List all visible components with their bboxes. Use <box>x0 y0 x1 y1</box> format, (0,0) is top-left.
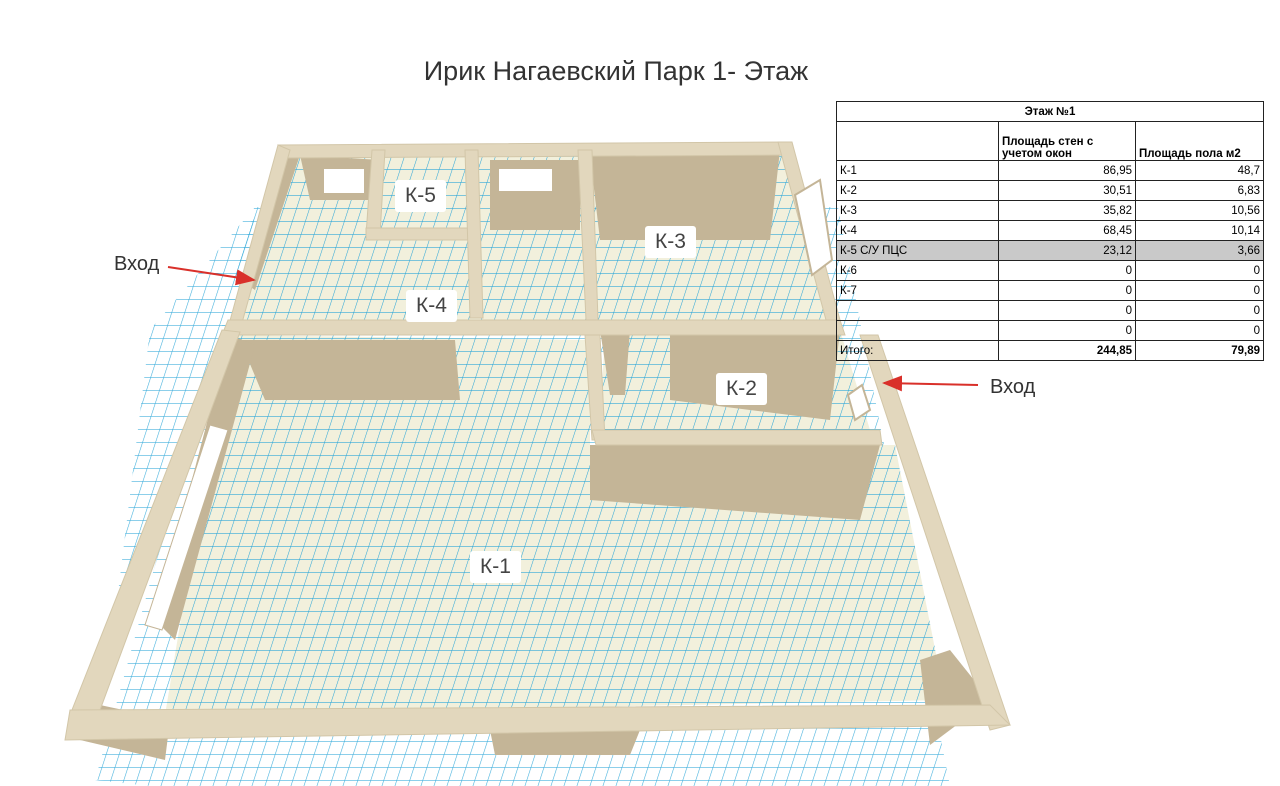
cell-name: К-2 <box>836 180 999 201</box>
cell-floor: 10,56 <box>1135 200 1264 221</box>
table-row: К-6 0 0 <box>836 260 1264 281</box>
col-floor-header: Площадь пола м2 <box>1135 121 1264 161</box>
cell-walls: 35,82 <box>998 200 1136 221</box>
cell-floor: 0 <box>1135 320 1264 341</box>
table-corner <box>836 121 999 161</box>
cell-floor: 0 <box>1135 300 1264 321</box>
cell-name: К-7 <box>836 280 999 301</box>
room-label-k5: К-5 <box>395 180 446 212</box>
cell-walls: 0 <box>998 260 1136 281</box>
entry-arrow-right <box>882 375 979 392</box>
cell-name: К-5 С/У ПЦС <box>836 240 999 261</box>
cell-floor: 0 <box>1135 260 1264 281</box>
cell-floor: 48,7 <box>1135 160 1264 181</box>
cell-walls: 86,95 <box>998 160 1136 181</box>
total-walls: 244,85 <box>998 340 1136 361</box>
area-table: Этаж №1 Площадь стен с учетом окон Площа… <box>836 101 1264 361</box>
cell-walls: 0 <box>998 280 1136 301</box>
table-row: 00 <box>836 320 1264 341</box>
table-total-row: Итого: 244,85 79,89 <box>836 340 1264 361</box>
table-row: К-2 30,51 6,83 <box>836 180 1264 201</box>
cell-name: К-3 <box>836 200 999 221</box>
cell-name <box>836 300 999 321</box>
room-label-k3: К-3 <box>645 226 696 258</box>
cell-name <box>836 320 999 341</box>
cell-walls: 30,51 <box>998 180 1136 201</box>
cell-name: К-6 <box>836 260 999 281</box>
table-row: 00 <box>836 300 1264 321</box>
table-row: К-3 35,82 10,56 <box>836 200 1264 221</box>
cell-name: К-1 <box>836 160 999 181</box>
table-row: К-7 0 0 <box>836 280 1264 301</box>
col-walls-header: Площадь стен с учетом окон <box>998 121 1136 161</box>
cell-floor: 10,14 <box>1135 220 1264 241</box>
table-row: К-1 86,95 48,7 <box>836 160 1264 181</box>
room-label-k1: К-1 <box>470 551 521 583</box>
cell-walls: 23,12 <box>998 240 1136 261</box>
entry-label-right: Вход <box>990 376 1036 398</box>
cell-floor: 0 <box>1135 280 1264 301</box>
entry-label-left: Вход <box>114 253 160 275</box>
cell-floor: 3,66 <box>1135 240 1264 261</box>
table-row: К-4 68,45 10,14 <box>836 220 1264 241</box>
cell-walls: 0 <box>998 320 1136 341</box>
cell-walls: 0 <box>998 300 1136 321</box>
room-label-k4: К-4 <box>406 290 457 322</box>
table-header: Этаж №1 <box>836 101 1264 122</box>
total-floor: 79,89 <box>1135 340 1264 361</box>
room-label-k2: К-2 <box>716 373 767 405</box>
cell-floor: 6,83 <box>1135 180 1264 201</box>
cell-name: К-4 <box>836 220 999 241</box>
total-label: Итого: <box>836 340 999 361</box>
table-row: К-5 С/У ПЦС 23,12 3,66 <box>836 240 1264 261</box>
cell-walls: 68,45 <box>998 220 1136 241</box>
